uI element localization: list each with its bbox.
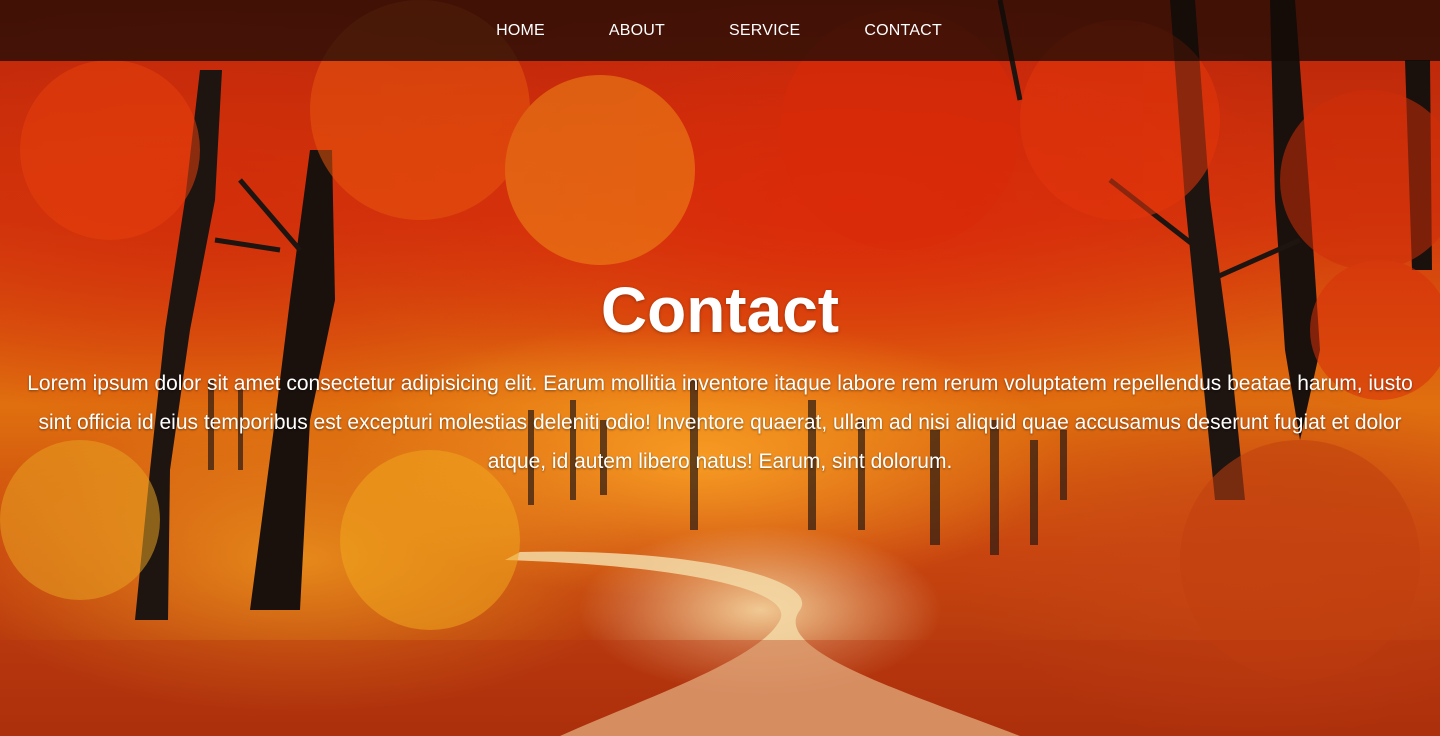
page-description: Lorem ipsum dolor sit amet consectetur a…: [27, 372, 1413, 473]
hero-section: HOME ABOUT SERVICE CONTACT Contact Lorem…: [0, 0, 1440, 736]
nav-menu: HOME ABOUT SERVICE CONTACT: [464, 0, 974, 61]
leaf-covered-ground: [0, 640, 1440, 736]
nav-link-home[interactable]: HOME: [464, 0, 577, 61]
nav-item-about: ABOUT: [577, 0, 697, 61]
nav-item-contact: CONTACT: [832, 0, 974, 61]
nav-item-home: HOME: [464, 0, 577, 61]
nav-link-about[interactable]: ABOUT: [577, 0, 697, 61]
nav-link-service[interactable]: SERVICE: [697, 0, 832, 61]
nav-item-service: SERVICE: [697, 0, 832, 61]
hero-content: Contact Lorem ipsum dolor sit amet conse…: [0, 270, 1440, 481]
top-navbar: HOME ABOUT SERVICE CONTACT: [0, 0, 1440, 61]
page-title: Contact: [600, 274, 840, 346]
nav-link-contact[interactable]: CONTACT: [832, 0, 974, 61]
